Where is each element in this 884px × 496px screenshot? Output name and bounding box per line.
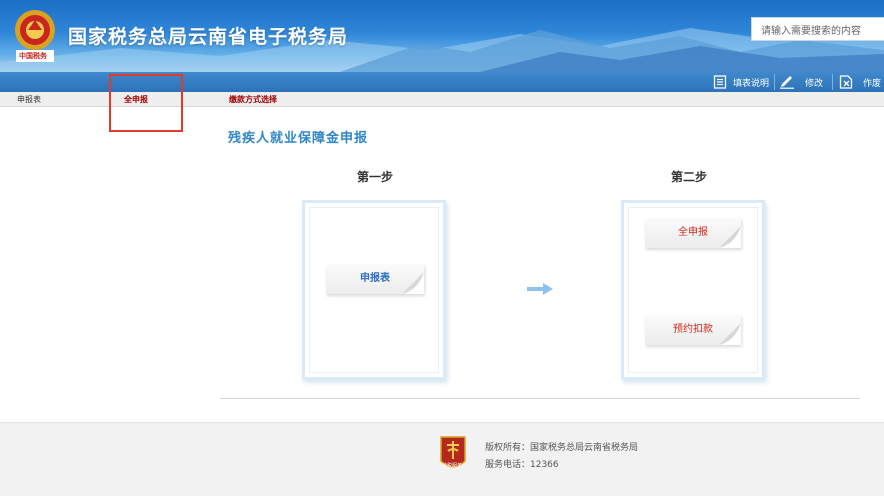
fill-instructions-label: 填表说明	[733, 78, 770, 89]
full-declaration-button-label: 全申报	[678, 227, 708, 238]
tab-declaration-form[interactable]: 申报表	[17, 94, 41, 105]
logo-caption: 中国税务	[19, 52, 47, 60]
tab-strip: 申报表 全申报 缴款方式选择	[0, 92, 884, 107]
pencil-icon	[780, 76, 794, 89]
fill-instructions-button[interactable]: 填表说明	[713, 72, 769, 92]
tax-emblem-logo: 中国税务	[10, 6, 60, 64]
content-divider	[220, 398, 860, 399]
page-title: 残疾人就业保障金申报	[228, 131, 369, 146]
tab-full-declaration[interactable]: 全申报	[124, 94, 148, 105]
modify-label: 修改	[805, 78, 824, 89]
document-list-icon	[713, 75, 727, 89]
page-curl-icon	[719, 226, 741, 248]
copyright-text: 版权所有：国家税务总局云南省税务局	[485, 443, 639, 453]
scheduled-debit-button[interactable]: 预约扣款	[645, 315, 741, 345]
service-phone-text: 服务电话：12366	[485, 460, 559, 470]
scheduled-debit-button-label: 预约扣款	[673, 324, 713, 335]
modify-button[interactable]: 修改	[779, 72, 823, 92]
header-banner: 中国税务 国家税务总局云南省电子税务局	[0, 0, 884, 72]
page-footer: 纳税服务 版权所有：国家税务总局云南省税务局 服务电话：12366	[0, 422, 884, 496]
void-button[interactable]: 作废	[839, 72, 881, 92]
tab-payment-method[interactable]: 缴款方式选择	[229, 94, 277, 105]
footer-logo-caption: 纳税服务	[442, 463, 463, 469]
page-curl-icon	[719, 323, 741, 345]
page-curl-icon	[402, 272, 424, 294]
search-input[interactable]	[751, 17, 884, 41]
declaration-form-button-label: 申报表	[360, 273, 390, 284]
declaration-form-button[interactable]: 申报表	[326, 264, 424, 294]
step-two-title: 第二步	[671, 170, 708, 184]
cancel-document-icon	[839, 75, 853, 89]
toolbar-separator	[832, 74, 833, 90]
full-declaration-button[interactable]: 全申报	[645, 218, 741, 248]
tax-service-logo: 纳税服务	[438, 435, 468, 477]
action-toolbar: 填表说明 修改 作废	[0, 72, 884, 92]
right-arrow-icon	[527, 283, 553, 295]
step-one-title: 第一步	[357, 170, 394, 184]
void-label: 作废	[863, 78, 882, 89]
toolbar-separator	[774, 74, 775, 90]
site-title: 国家税务总局云南省电子税务局	[68, 26, 349, 48]
